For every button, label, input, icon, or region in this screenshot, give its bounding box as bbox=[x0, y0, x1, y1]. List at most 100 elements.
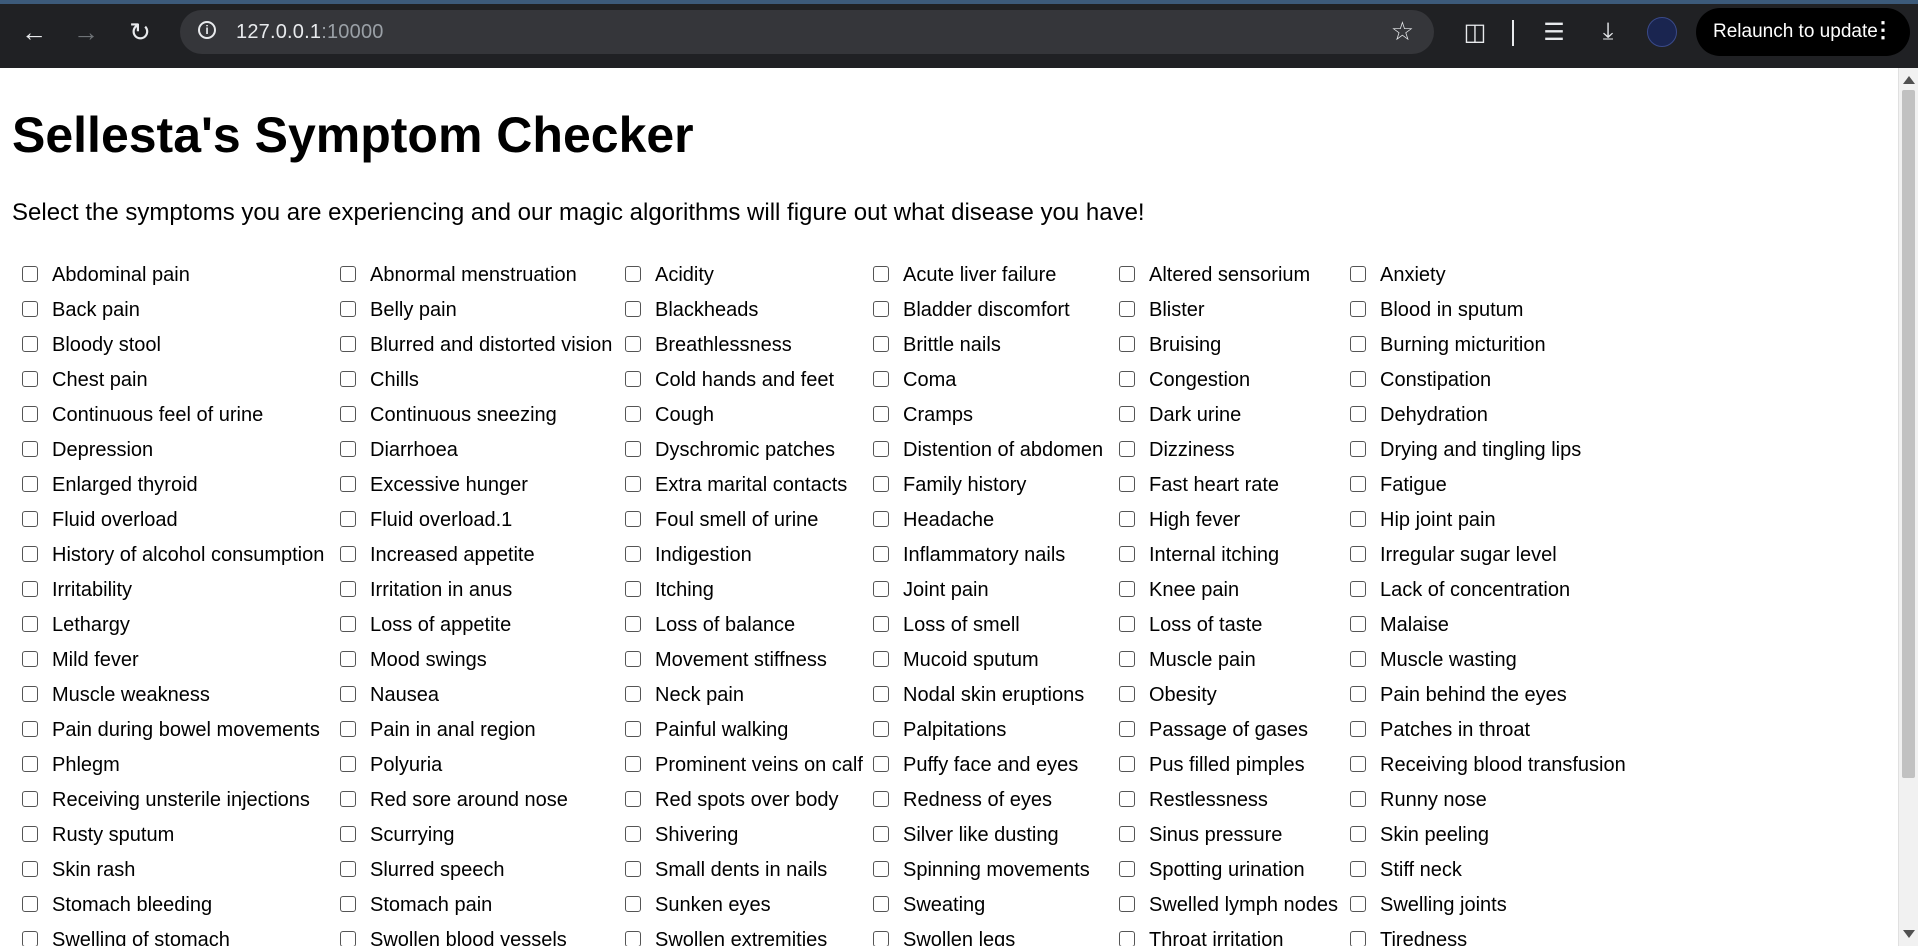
symptom-option[interactable]: Family history bbox=[873, 468, 1119, 503]
symptom-checkbox[interactable] bbox=[625, 650, 641, 667]
address-bar[interactable]: i 127.0.0.1:10000 ☆ bbox=[180, 10, 1434, 54]
symptom-option[interactable]: Dizziness bbox=[1119, 433, 1350, 468]
symptom-option[interactable]: Abnormal menstruation bbox=[340, 258, 625, 293]
symptom-checkbox[interactable] bbox=[625, 545, 641, 562]
symptom-option[interactable]: Swollen blood vessels bbox=[340, 923, 625, 946]
symptom-checkbox[interactable] bbox=[22, 405, 38, 422]
symptom-option[interactable]: Neck pain bbox=[625, 678, 873, 713]
symptom-option[interactable]: Altered sensorium bbox=[1119, 258, 1350, 293]
symptom-checkbox[interactable] bbox=[873, 895, 889, 912]
symptom-checkbox[interactable] bbox=[22, 895, 38, 912]
symptom-option[interactable]: Burning micturition bbox=[1350, 328, 1650, 363]
symptom-checkbox[interactable] bbox=[1119, 405, 1135, 422]
symptom-option[interactable]: Loss of appetite bbox=[340, 608, 625, 643]
symptom-checkbox[interactable] bbox=[340, 685, 356, 702]
symptom-option[interactable]: Continuous feel of urine bbox=[22, 398, 340, 433]
symptom-option[interactable]: Mucoid sputum bbox=[873, 643, 1119, 678]
symptom-checkbox[interactable] bbox=[22, 790, 38, 807]
symptom-checkbox[interactable] bbox=[1350, 580, 1366, 597]
symptom-option[interactable]: Fast heart rate bbox=[1119, 468, 1350, 503]
symptom-checkbox[interactable] bbox=[22, 475, 38, 492]
symptom-checkbox[interactable] bbox=[873, 685, 889, 702]
symptom-option[interactable]: Knee pain bbox=[1119, 573, 1350, 608]
symptom-checkbox[interactable] bbox=[625, 930, 641, 946]
symptom-option[interactable]: Swelling of stomach bbox=[22, 923, 340, 946]
symptom-option[interactable]: Dyschromic patches bbox=[625, 433, 873, 468]
symptom-checkbox[interactable] bbox=[873, 930, 889, 946]
symptom-option[interactable]: Pus filled pimples bbox=[1119, 748, 1350, 783]
symptom-checkbox[interactable] bbox=[1119, 825, 1135, 842]
symptom-checkbox[interactable] bbox=[340, 300, 356, 317]
symptom-option[interactable]: Blurred and distorted vision bbox=[340, 328, 625, 363]
scroll-down-arrow-icon[interactable] bbox=[1903, 930, 1915, 938]
symptom-checkbox[interactable] bbox=[873, 790, 889, 807]
symptom-checkbox[interactable] bbox=[625, 720, 641, 737]
symptom-option[interactable]: Prominent veins on calf bbox=[625, 748, 873, 783]
symptom-option[interactable]: Polyuria bbox=[340, 748, 625, 783]
symptom-option[interactable]: Extra marital contacts bbox=[625, 468, 873, 503]
symptom-option[interactable]: Painful walking bbox=[625, 713, 873, 748]
symptom-option[interactable]: Distention of abdomen bbox=[873, 433, 1119, 468]
symptom-option[interactable]: Coma bbox=[873, 363, 1119, 398]
symptom-option[interactable]: Tiredness bbox=[1350, 923, 1650, 946]
symptom-checkbox[interactable] bbox=[625, 265, 641, 282]
symptom-option[interactable]: Cough bbox=[625, 398, 873, 433]
symptom-option[interactable]: Back pain bbox=[22, 293, 340, 328]
symptom-checkbox[interactable] bbox=[1350, 440, 1366, 457]
symptom-option[interactable]: Receiving unsterile injections bbox=[22, 783, 340, 818]
forward-arrow-icon[interactable]: → bbox=[66, 14, 106, 50]
symptom-option[interactable]: Sinus pressure bbox=[1119, 818, 1350, 853]
symptom-option[interactable]: Increased appetite bbox=[340, 538, 625, 573]
symptom-checkbox[interactable] bbox=[625, 860, 641, 877]
symptom-option[interactable]: Foul smell of urine bbox=[625, 503, 873, 538]
symptom-checkbox[interactable] bbox=[1119, 755, 1135, 772]
symptom-checkbox[interactable] bbox=[1350, 790, 1366, 807]
symptom-checkbox[interactable] bbox=[1350, 650, 1366, 667]
symptom-checkbox[interactable] bbox=[1119, 580, 1135, 597]
symptom-option[interactable]: Red sore around nose bbox=[340, 783, 625, 818]
symptom-checkbox[interactable] bbox=[873, 580, 889, 597]
symptom-checkbox[interactable] bbox=[873, 615, 889, 632]
symptom-option[interactable]: Lack of concentration bbox=[1350, 573, 1650, 608]
symptom-checkbox[interactable] bbox=[1350, 615, 1366, 632]
symptom-option[interactable]: Dehydration bbox=[1350, 398, 1650, 433]
symptom-option[interactable]: Passage of gases bbox=[1119, 713, 1350, 748]
symptom-checkbox[interactable] bbox=[1350, 685, 1366, 702]
symptom-option[interactable]: Blackheads bbox=[625, 293, 873, 328]
download-icon[interactable]: ⤓ bbox=[1588, 14, 1628, 50]
symptom-checkbox[interactable] bbox=[625, 475, 641, 492]
symptom-option[interactable]: Mild fever bbox=[22, 643, 340, 678]
symptom-checkbox[interactable] bbox=[1119, 860, 1135, 877]
symptom-checkbox[interactable] bbox=[1119, 545, 1135, 562]
symptom-option[interactable]: Muscle wasting bbox=[1350, 643, 1650, 678]
symptom-option[interactable]: Scurrying bbox=[340, 818, 625, 853]
symptom-checkbox[interactable] bbox=[22, 650, 38, 667]
symptom-option[interactable]: Mood swings bbox=[340, 643, 625, 678]
symptom-option[interactable]: Chills bbox=[340, 363, 625, 398]
symptom-option[interactable]: Blister bbox=[1119, 293, 1350, 328]
symptom-option[interactable]: Hip joint pain bbox=[1350, 503, 1650, 538]
symptom-option[interactable]: Constipation bbox=[1350, 363, 1650, 398]
symptom-option[interactable]: Movement stiffness bbox=[625, 643, 873, 678]
symptom-checkbox[interactable] bbox=[625, 790, 641, 807]
symptom-checkbox[interactable] bbox=[625, 300, 641, 317]
symptom-option[interactable]: Cramps bbox=[873, 398, 1119, 433]
symptom-option[interactable]: Swelling joints bbox=[1350, 888, 1650, 923]
profile-avatar[interactable] bbox=[1647, 17, 1677, 47]
symptom-checkbox[interactable] bbox=[1350, 370, 1366, 387]
symptom-option[interactable]: Pain in anal region bbox=[340, 713, 625, 748]
symptom-checkbox[interactable] bbox=[340, 545, 356, 562]
symptom-checkbox[interactable] bbox=[340, 895, 356, 912]
symptom-checkbox[interactable] bbox=[22, 685, 38, 702]
symptom-checkbox[interactable] bbox=[1119, 930, 1135, 946]
symptom-checkbox[interactable] bbox=[1350, 860, 1366, 877]
symptom-checkbox[interactable] bbox=[1119, 685, 1135, 702]
symptom-option[interactable]: Diarrhoea bbox=[340, 433, 625, 468]
symptom-checkbox[interactable] bbox=[625, 405, 641, 422]
symptom-checkbox[interactable] bbox=[1119, 650, 1135, 667]
symptom-option[interactable]: Lethargy bbox=[22, 608, 340, 643]
symptom-option[interactable]: Joint pain bbox=[873, 573, 1119, 608]
symptom-checkbox[interactable] bbox=[22, 265, 38, 282]
symptom-option[interactable]: Irregular sugar level bbox=[1350, 538, 1650, 573]
symptom-option[interactable]: Small dents in nails bbox=[625, 853, 873, 888]
